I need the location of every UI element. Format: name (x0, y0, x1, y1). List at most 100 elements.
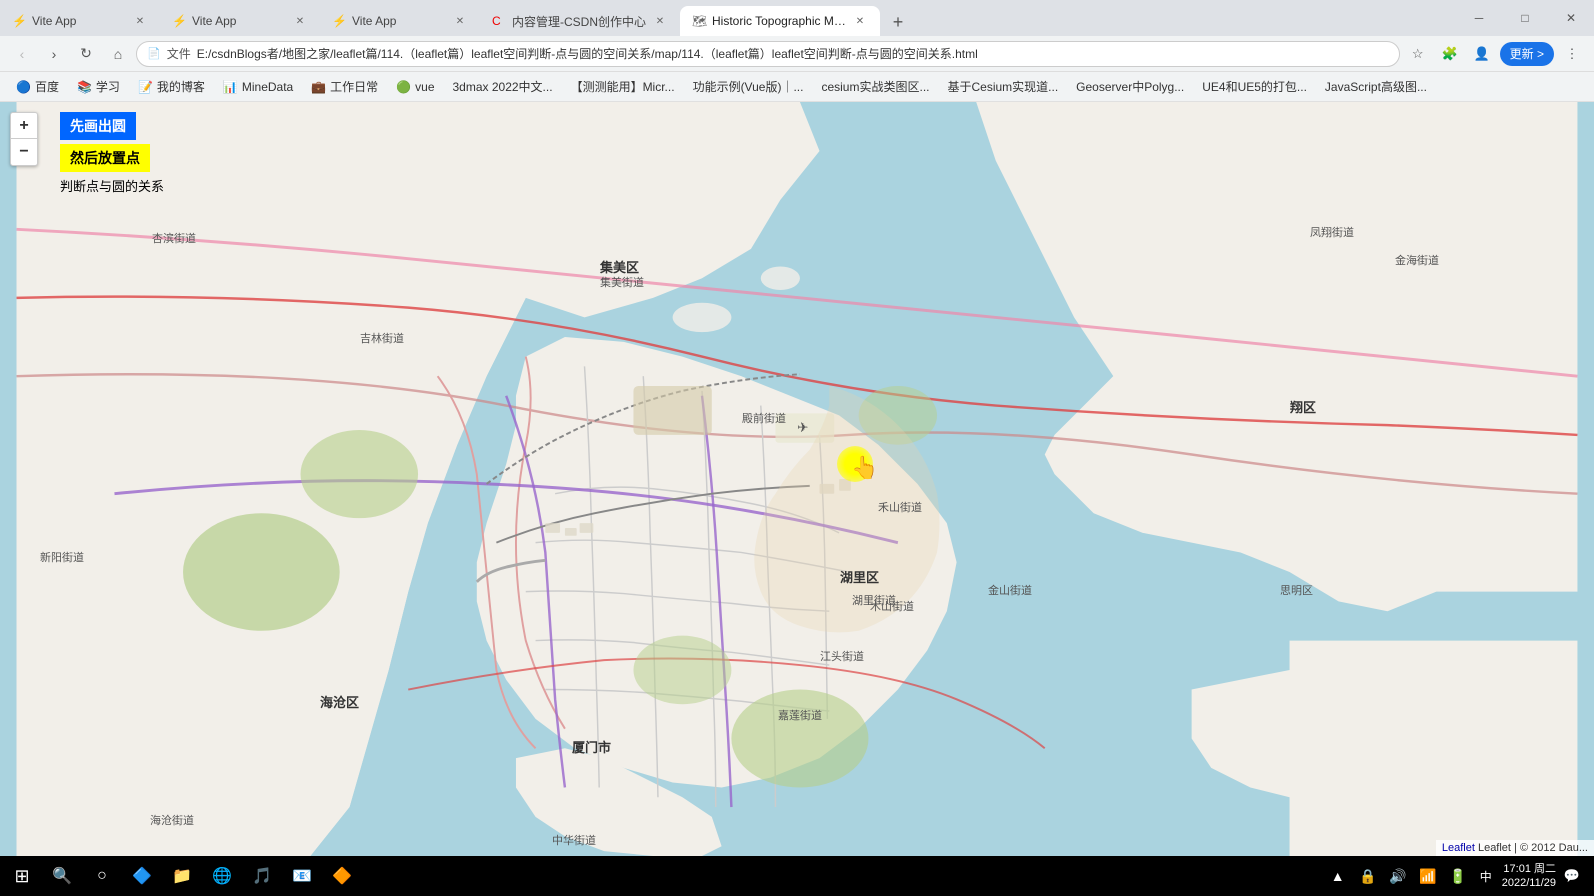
taskbar-wifi-icon[interactable]: 📶 (1416, 864, 1440, 888)
tab-5-close[interactable]: ✕ (852, 13, 868, 29)
zoom-in-button[interactable]: + (11, 113, 37, 139)
bookmark-minedata-label: MineData (242, 80, 293, 94)
taskbar-cortana-button[interactable]: ○ (84, 858, 120, 894)
minimize-button[interactable]: ─ (1456, 0, 1502, 36)
app5-icon: 🔶 (332, 866, 352, 886)
taskbar-app2-button[interactable]: 📁 (164, 858, 200, 894)
tab-4-favicon: C (492, 14, 506, 28)
address-text: E:/csdnBlogs者/地图之家/leaflet篇/114.（leaflet… (197, 45, 1389, 62)
new-tab-button[interactable]: + (884, 8, 912, 36)
browser-icon: 🌐 (212, 866, 232, 886)
bookmark-star-button[interactable]: ☆ (1404, 40, 1432, 68)
bookmark-geoserver[interactable]: Geoserver中Polyg... (1068, 76, 1192, 97)
profile-button[interactable]: 👤 (1468, 40, 1496, 68)
app1-icon: 🔷 (132, 866, 152, 886)
tab-bar: ⚡ Vite App ✕ ⚡ Vite App ✕ ⚡ Vite App ✕ C… (0, 0, 1594, 36)
bookmark-minedata-icon: 📊 (223, 80, 238, 94)
tab-4[interactable]: C 内容管理-CSDN创作中心 ✕ (480, 6, 680, 36)
maximize-button[interactable]: □ (1502, 0, 1548, 36)
taskbar-network-icon[interactable]: 🔒 (1356, 864, 1380, 888)
tab-1-close[interactable]: ✕ (132, 13, 148, 29)
bookmark-work-icon: 💼 (311, 80, 326, 94)
taskbar-app3-button[interactable]: 🎵 (244, 858, 280, 894)
taskbar-app5-button[interactable]: 🔶 (324, 858, 360, 894)
tab-5-favicon: 🗺 (692, 14, 706, 28)
bookmark-vue-demo-label: 功能示例(Vue版)｜... (693, 78, 804, 95)
search-icon: 🔍 (52, 866, 72, 886)
bookmark-work[interactable]: 💼 工作日常 (303, 76, 386, 97)
bookmark-js-label: JavaScript高级图... (1325, 78, 1427, 95)
settings-button[interactable]: ⋮ (1558, 40, 1586, 68)
bookmark-minedata[interactable]: 📊 MineData (215, 78, 301, 96)
bookmark-baidu[interactable]: 🔵 百度 (8, 76, 67, 97)
window-controls: ─ □ ✕ (1456, 0, 1594, 36)
bookmark-vue[interactable]: 🟢 vue (388, 78, 442, 96)
taskbar-language-indicator[interactable]: 中 (1476, 866, 1496, 887)
tab-2[interactable]: ⚡ Vite App ✕ (160, 6, 320, 36)
tab-1-favicon: ⚡ (12, 14, 26, 28)
bookmark-ue4[interactable]: UE4和UE5的打包... (1194, 76, 1315, 97)
leaflet-attribution: Leaflet Leaflet | © 2012 Dau... (1436, 840, 1594, 856)
taskbar-app4-button[interactable]: 📧 (284, 858, 320, 894)
instruction-label-2: 然后放置点 (60, 144, 150, 172)
bookmark-3dmax[interactable]: 3dmax 2022中文... (445, 76, 561, 97)
taskbar-show-hidden-button[interactable]: ▲ (1326, 864, 1350, 888)
bookmarks-bar: 🔵 百度 📚 学习 📝 我的博客 📊 MineData 💼 工作日常 🟢 vue… (0, 72, 1594, 102)
bookmark-micro[interactable]: 【测测能用】Micr... (563, 76, 683, 97)
start-icon: ⊞ (14, 866, 29, 887)
update-button[interactable]: 更新 > (1500, 42, 1554, 66)
bookmark-work-label: 工作日常 (330, 78, 378, 95)
tab-2-title: Vite App (192, 14, 286, 28)
instruction-label-3: 判断点与圆的关系 (60, 176, 164, 195)
zoom-out-button[interactable]: − (11, 139, 37, 165)
taskbar-battery-icon[interactable]: 🔋 (1446, 864, 1470, 888)
tab-4-close[interactable]: ✕ (652, 13, 668, 29)
taskbar-system-tray: ▲ 🔒 🔊 📶 🔋 中 17:01 周二 2022/11/29 💬 (1326, 862, 1590, 891)
bookmark-micro-label: 【测测能用】Micr... (571, 78, 675, 95)
tab-2-close[interactable]: ✕ (292, 13, 308, 29)
bookmark-baidu-label: 百度 (35, 78, 59, 95)
tab-5[interactable]: 🗺 Historic Topographic Maps ✕ (680, 6, 880, 36)
map-container[interactable]: ✈ + − 先画出圆 然后放置点 判断点与圆的关系 集美区 集 (0, 102, 1594, 856)
address-prefix: 文件 (167, 45, 191, 62)
security-icon: 📄 (147, 47, 161, 60)
taskbar-clock[interactable]: 17:01 周二 2022/11/29 (1502, 862, 1556, 891)
tab-3[interactable]: ⚡ Vite App ✕ (320, 6, 480, 36)
taskbar-app1-button[interactable]: 🔷 (124, 858, 160, 894)
taskbar-search-button[interactable]: 🔍 (44, 858, 80, 894)
bookmark-js[interactable]: JavaScript高级图... (1317, 76, 1435, 97)
tab-1-title: Vite App (32, 14, 126, 28)
tab-3-title: Vite App (352, 14, 446, 28)
taskbar-volume-icon[interactable]: 🔊 (1386, 864, 1410, 888)
tab-2-favicon: ⚡ (172, 14, 186, 28)
bookmark-cesium[interactable]: cesium实战类图区... (813, 76, 937, 97)
forward-button[interactable]: › (40, 40, 68, 68)
bookmark-geoserver-label: Geoserver中Polyg... (1076, 78, 1184, 95)
bookmark-cesium-road-label: 基于Cesium实现道... (947, 78, 1058, 95)
bookmark-vue-demo[interactable]: 功能示例(Vue版)｜... (685, 76, 812, 97)
browser-extension-button[interactable]: 🧩 (1436, 40, 1464, 68)
bookmark-study[interactable]: 📚 学习 (69, 76, 128, 97)
bookmark-blog-icon: 📝 (138, 80, 153, 94)
tab-4-title: 内容管理-CSDN创作中心 (512, 13, 646, 30)
bookmark-3dmax-label: 3dmax 2022中文... (453, 78, 553, 95)
start-button[interactable]: ⊞ (4, 858, 40, 894)
instruction-label-1: 先画出圆 (60, 112, 136, 140)
back-button[interactable]: ‹ (8, 40, 36, 68)
bookmark-blog[interactable]: 📝 我的博客 (130, 76, 213, 97)
bookmark-ue4-label: UE4和UE5的打包... (1202, 78, 1307, 95)
content-area: ✈ + − 先画出圆 然后放置点 判断点与圆的关系 集美区 集 (0, 102, 1594, 856)
app3-icon: 🎵 (252, 866, 272, 886)
nav-bar: ‹ › ↻ ⌂ 📄 文件 E:/csdnBlogs者/地图之家/leaflet篇… (0, 36, 1594, 72)
close-button[interactable]: ✕ (1548, 0, 1594, 36)
tab-1[interactable]: ⚡ Vite App ✕ (0, 6, 160, 36)
tab-3-close[interactable]: ✕ (452, 13, 468, 29)
taskbar-browser-button[interactable]: 🌐 (204, 858, 240, 894)
leaflet-link[interactable]: Leaflet (1442, 842, 1475, 854)
bookmark-cesium-road[interactable]: 基于Cesium实现道... (939, 76, 1066, 97)
taskbar-notification-button[interactable]: 💬 (1562, 866, 1582, 886)
tab-5-title: Historic Topographic Maps (712, 14, 846, 28)
home-button[interactable]: ⌂ (104, 40, 132, 68)
address-bar[interactable]: 📄 文件 E:/csdnBlogs者/地图之家/leaflet篇/114.（le… (136, 41, 1400, 67)
reload-button[interactable]: ↻ (72, 40, 100, 68)
